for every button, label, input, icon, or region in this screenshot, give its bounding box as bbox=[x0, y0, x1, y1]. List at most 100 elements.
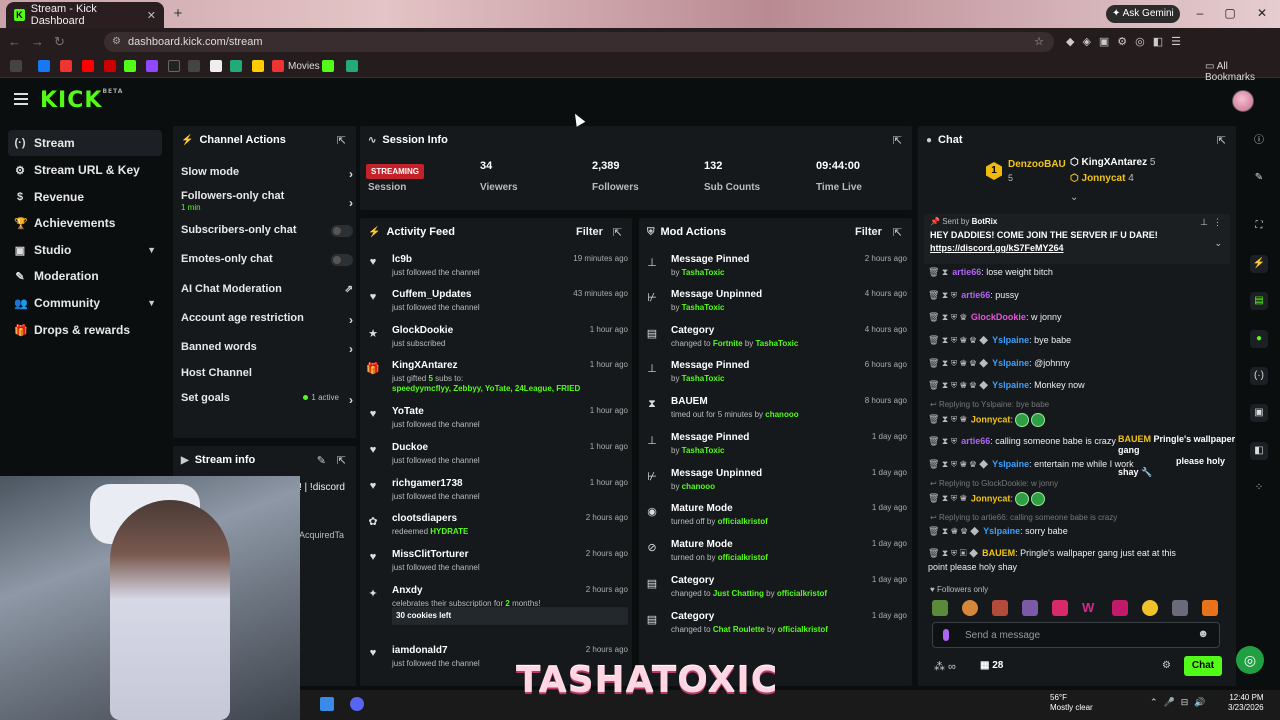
channel-points[interactable]: ▦ 28 bbox=[980, 660, 1003, 671]
activity-user[interactable]: GlockDookie bbox=[392, 325, 453, 336]
bookmark-icon-5[interactable] bbox=[252, 60, 264, 72]
emote-icon[interactable] bbox=[1022, 600, 1038, 616]
banned-words-row[interactable]: Banned words › bbox=[181, 341, 353, 356]
help-chat-icon[interactable]: ◎ bbox=[1236, 646, 1264, 674]
mod-user[interactable]: TashaToxic bbox=[682, 268, 725, 277]
menu-icon[interactable] bbox=[14, 93, 28, 105]
bookmark-icon-7[interactable] bbox=[346, 60, 358, 72]
apps-icon[interactable]: ⁘ bbox=[1250, 479, 1268, 497]
sidebar-item-studio[interactable]: ▣ Studio ▼ bbox=[8, 237, 162, 263]
sidebar-item-moderation[interactable]: ✎ Moderation bbox=[8, 263, 162, 289]
bookmark-icon-2[interactable] bbox=[188, 60, 200, 72]
system-tray-icons[interactable]: ⌃🎤⊟🔊 bbox=[1150, 697, 1212, 708]
sidebar-item-stream[interactable]: (·) Stream bbox=[8, 130, 162, 156]
mod-icons[interactable]: 🗑 ⧗ ♛ ♕ ◆ bbox=[928, 526, 979, 536]
bookmark-icon-3[interactable] bbox=[210, 60, 222, 72]
mod-category[interactable]: Chat Roulette bbox=[713, 625, 765, 634]
bookmark-twitch-icon[interactable] bbox=[146, 60, 158, 72]
activity-user[interactable]: Cuffem_Updates bbox=[392, 289, 471, 300]
minimize-icon[interactable]: – bbox=[1192, 6, 1208, 20]
mod-icons[interactable]: 🗑 ⧗ ⛨ bbox=[928, 290, 957, 300]
maximize-icon[interactable]: ▢ bbox=[1222, 6, 1238, 20]
sidebar-item-community[interactable]: 👥 Community ▼ bbox=[8, 290, 162, 316]
bookmark-youtube-icon[interactable] bbox=[82, 60, 94, 72]
chat-send-button[interactable]: Chat bbox=[1184, 656, 1222, 676]
edit-icon[interactable]: ✎ bbox=[1250, 169, 1268, 187]
chat-username[interactable]: Yslpaine bbox=[992, 380, 1029, 390]
mod-user[interactable]: officialkristof bbox=[718, 517, 768, 526]
video-icon[interactable]: ◧ bbox=[1250, 442, 1268, 460]
chat-username[interactable]: Yslpaine bbox=[992, 335, 1029, 345]
edit-icon[interactable]: ✎ bbox=[317, 454, 326, 467]
bookmark-apps-icon[interactable] bbox=[10, 60, 22, 72]
mod-icons[interactable]: 🗑 ⧗ ⛨ ♛ ♕ ◆ bbox=[928, 335, 988, 345]
mod-icons[interactable]: 🗑 ⧗ ⛨ ♛ bbox=[928, 414, 967, 424]
chat-bubble-icon[interactable]: ● bbox=[1250, 330, 1268, 348]
mod-icons[interactable]: 🗑 ⧗ ⛨ ♛ ♕ ◆ bbox=[928, 459, 988, 469]
weather-widget[interactable]: 56°F Mostly clear bbox=[1050, 693, 1093, 713]
document-icon[interactable]: ▤ bbox=[1250, 292, 1268, 310]
activity-user[interactable]: iamdonald7 bbox=[392, 645, 448, 656]
popout-icon[interactable]: ⇱ bbox=[337, 134, 346, 147]
close-tab-icon[interactable]: ✕ bbox=[147, 9, 156, 22]
emote-icon[interactable] bbox=[962, 600, 978, 616]
mod-icons[interactable]: 🗑 ⧗ ⛨ ♛ bbox=[928, 493, 967, 503]
mod-icons[interactable]: 🗑 ⧗ bbox=[928, 267, 948, 277]
emote-icon[interactable] bbox=[1142, 600, 1158, 616]
chat-tools-icon[interactable]: ⁂ ∞ bbox=[934, 660, 956, 673]
gifter-3[interactable]: ⬡ Jonnycat 4 bbox=[1070, 173, 1134, 184]
pinned-link[interactable]: https://discord.gg/kS7FeMY264 bbox=[930, 243, 1064, 253]
close-window-icon[interactable]: ✕ bbox=[1254, 6, 1270, 20]
mod-icons[interactable]: 🗑 ⧗ ⛨ ▣ ◆ bbox=[928, 548, 978, 558]
reload-icon[interactable]: ↻ bbox=[54, 34, 75, 49]
popout-icon[interactable]: ⇱ bbox=[893, 226, 902, 239]
activity-user[interactable]: lc9b bbox=[392, 254, 412, 265]
activity-user[interactable]: KingXAntarez bbox=[392, 360, 458, 371]
reply-context[interactable]: ↩ Replying to GlockDookie: w jonny bbox=[930, 479, 1058, 488]
emote-icon[interactable]: W bbox=[1082, 600, 1098, 616]
chat-username[interactable]: GlockDookie bbox=[971, 312, 1026, 322]
emote-icon[interactable] bbox=[992, 600, 1008, 616]
popout-icon[interactable]: ⇱ bbox=[613, 226, 622, 239]
mod-user[interactable]: officialkristof bbox=[777, 589, 827, 598]
mod-user[interactable]: TashaToxic bbox=[756, 339, 799, 348]
more-icon[interactable]: ⋮ bbox=[1213, 217, 1222, 228]
new-tab-icon[interactable]: + bbox=[170, 6, 186, 22]
chat-username[interactable]: Yslpaine bbox=[992, 459, 1029, 469]
chat-settings-icon[interactable]: ⚙ bbox=[1162, 660, 1171, 671]
reply-context[interactable]: ↩ Replying to Yslpaine: bye babe bbox=[930, 400, 1049, 409]
followers-only-row[interactable]: Followers-only chat 1 min › bbox=[181, 190, 353, 212]
unpin-icon[interactable]: ⊥ bbox=[1200, 217, 1208, 228]
mod-category[interactable]: Fortnite bbox=[713, 339, 743, 348]
bookmark-netflix-icon[interactable] bbox=[60, 60, 72, 72]
bookmark-x-icon[interactable] bbox=[168, 60, 180, 72]
mod-icons[interactable]: 🗑 ⧗ ⛨ ♛ ♕ ◆ bbox=[928, 380, 988, 390]
mod-category[interactable]: Just Chatting bbox=[713, 589, 764, 598]
emoji-icon[interactable]: ☻ bbox=[1197, 628, 1209, 640]
top-gifter-name[interactable]: DenzooBAU bbox=[1008, 159, 1066, 170]
host-channel-row[interactable]: Host Channel bbox=[181, 367, 353, 379]
ai-moderation-row[interactable]: AI Chat Moderation ⇗ bbox=[181, 283, 353, 295]
activity-user[interactable]: YoTate bbox=[392, 406, 424, 417]
popout-icon[interactable]: ⇱ bbox=[893, 134, 902, 147]
discord-icon[interactable] bbox=[350, 697, 364, 711]
activity-user[interactable]: MissClitTorturer bbox=[392, 549, 469, 560]
clock[interactable]: 12:40 PM 3/23/2026 bbox=[1228, 693, 1264, 713]
emotes-only-toggle[interactable] bbox=[331, 254, 353, 266]
lightning-icon[interactable]: ⚡ bbox=[1250, 255, 1268, 273]
url-field[interactable]: ⚙ dashboard.kick.com/stream ☆ bbox=[104, 32, 1054, 52]
emote-icon[interactable] bbox=[1112, 600, 1128, 616]
subscribers-only-toggle[interactable] bbox=[331, 225, 353, 237]
mod-user[interactable]: TashaToxic bbox=[682, 446, 725, 455]
mod-user[interactable]: TashaToxic bbox=[682, 303, 725, 312]
sidebar-item-drops-rewards[interactable]: 🎁 Drops & rewards bbox=[8, 317, 162, 343]
browser-tab[interactable]: K Stream - Kick Dashboard ✕ bbox=[6, 2, 164, 28]
chat-input-field[interactable]: Send a message ☻ bbox=[932, 622, 1220, 648]
activity-user[interactable]: clootsdiapers bbox=[392, 513, 457, 524]
emote-icon[interactable] bbox=[1202, 600, 1218, 616]
chat-username[interactable]: Jonnycat bbox=[971, 414, 1011, 424]
back-icon[interactable]: ← bbox=[8, 34, 31, 49]
taskbar-app-icon[interactable] bbox=[320, 697, 334, 711]
chat-username[interactable]: Yslpaine bbox=[983, 526, 1020, 536]
mod-user[interactable]: chanooo bbox=[765, 410, 798, 419]
